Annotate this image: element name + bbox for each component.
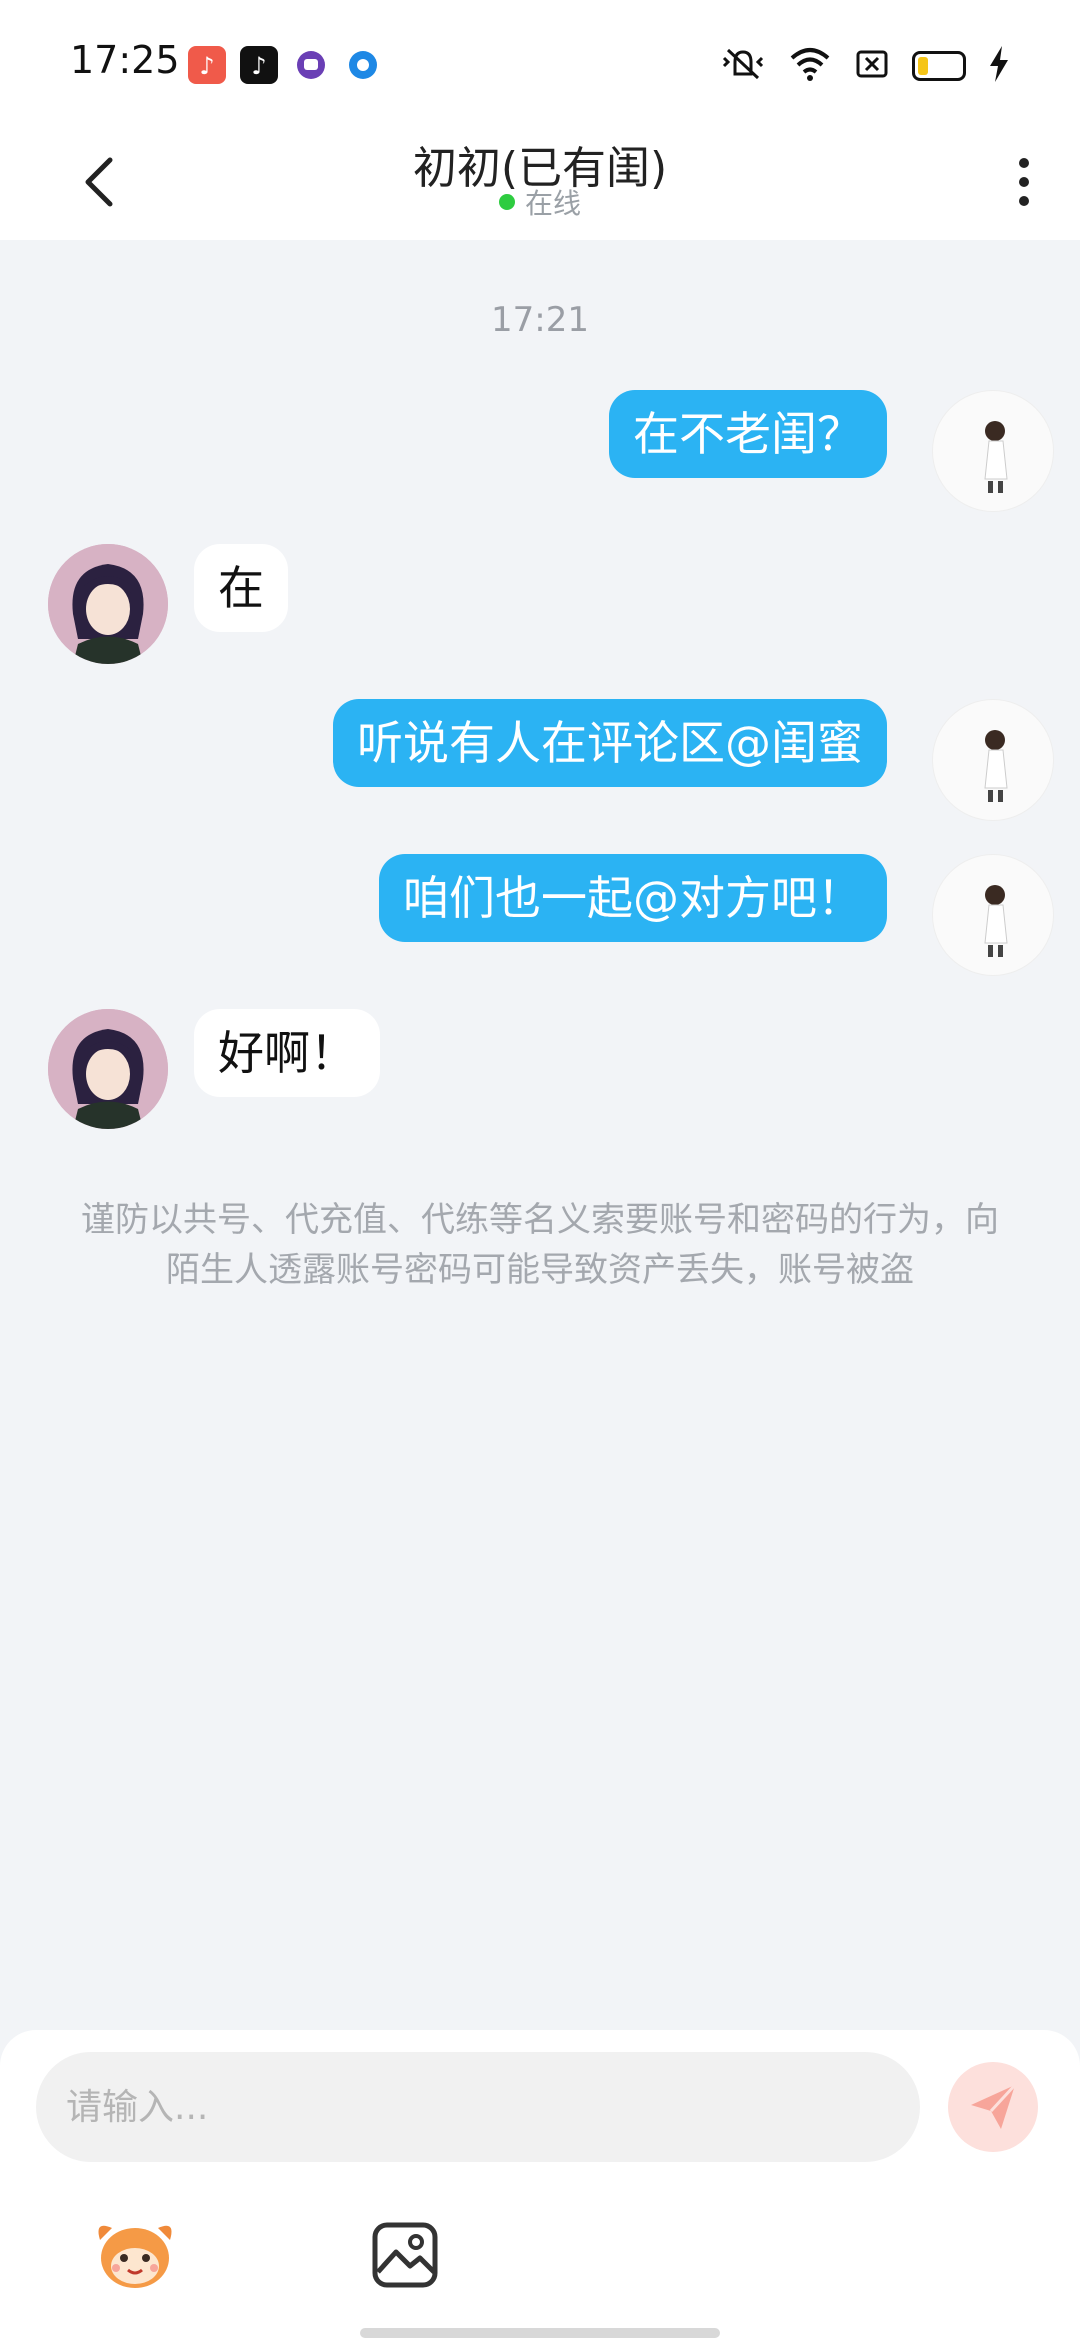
chat-app-icon — [292, 46, 330, 84]
message-bubble-outgoing[interactable]: 听说有人在评论区@闺蜜 — [333, 699, 887, 787]
image-icon — [372, 2222, 438, 2288]
contact-avatar[interactable] — [48, 544, 168, 664]
status-bar: 17:25 ♪ ♪ — [0, 0, 1080, 130]
emoji-sticker-button[interactable] — [90, 2210, 180, 2300]
wifi-icon — [788, 44, 832, 88]
paper-plane-icon — [971, 2083, 1017, 2129]
tiktok-icon: ♪ — [240, 46, 278, 84]
security-notice: 谨防以共号、代充值、代练等名义索要账号和密码的行为，向陌生人透露账号密码可能导致… — [81, 1200, 999, 1290]
contact-avatar[interactable] — [48, 1009, 168, 1129]
svg-text:♪: ♪ — [199, 52, 214, 80]
svg-text:♪: ♪ — [251, 52, 266, 80]
music-app-icon: ♪ — [188, 46, 226, 84]
vibrate-mute-icon — [720, 44, 766, 88]
message-bubble-outgoing[interactable]: 咱们也一起@对方吧！ — [379, 854, 887, 942]
message-input[interactable] — [36, 2052, 920, 2162]
send-button[interactable] — [948, 2062, 1038, 2152]
message-bubble-incoming[interactable]: 在 — [194, 544, 288, 632]
home-indicator[interactable] — [360, 2328, 720, 2338]
battery-icon — [912, 51, 966, 81]
online-status: 在线 — [0, 182, 1080, 222]
online-dot-icon — [498, 194, 515, 210]
my-avatar[interactable] — [932, 854, 1054, 976]
online-status-label: 在线 — [524, 187, 581, 220]
mascot-sticker-icon — [98, 2225, 172, 2288]
status-time: 17:25 — [70, 38, 180, 82]
image-picker-button[interactable] — [360, 2210, 450, 2300]
more-options-button[interactable] — [1004, 142, 1044, 222]
my-avatar[interactable] — [932, 390, 1054, 512]
message-bubble-incoming[interactable]: 好啊！ — [194, 1009, 380, 1097]
message-timestamp: 17:21 — [491, 300, 589, 340]
my-avatar[interactable] — [932, 699, 1054, 821]
browser-icon — [344, 46, 382, 84]
composer-panel — [0, 2030, 1080, 2340]
charging-icon — [988, 44, 1010, 88]
sim-off-icon — [854, 46, 890, 86]
message-bubble-outgoing[interactable]: 在不老闺？ — [609, 390, 887, 478]
chat-header: 初初(已有闺) 在线 — [0, 130, 1080, 240]
